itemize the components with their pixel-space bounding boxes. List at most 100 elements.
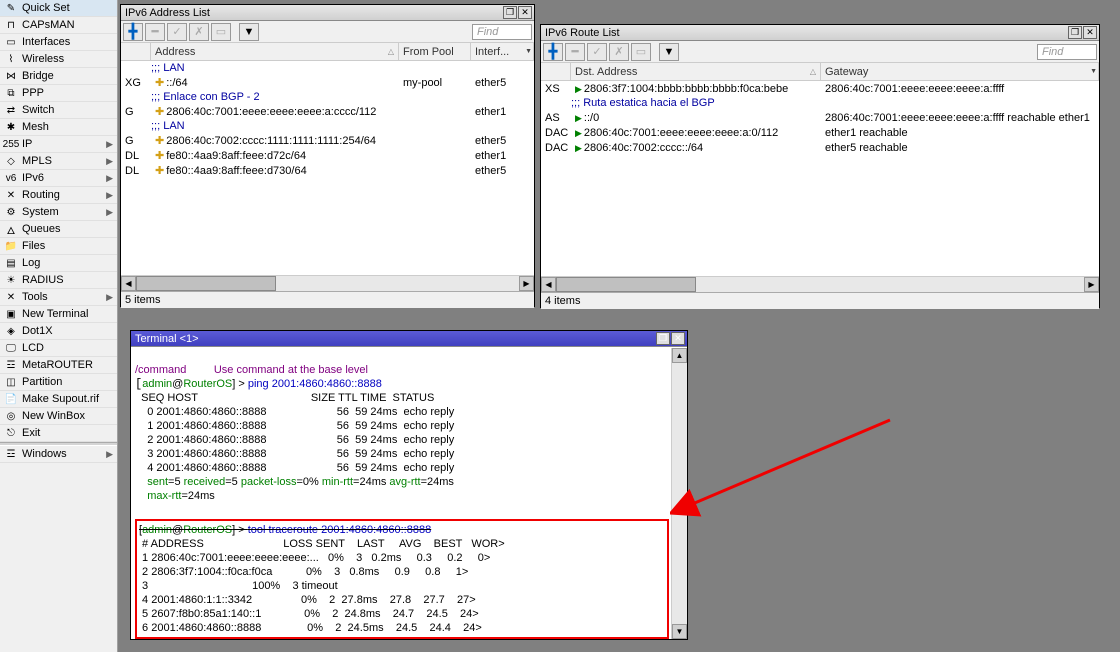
table-row[interactable]: DL✚fe80::4aa9:8aff:feee:d72c/64ether1 xyxy=(121,148,534,163)
scroll-right-icon[interactable]: ▶ xyxy=(1084,277,1099,292)
table-row[interactable]: XG✚::/64my-poolether5 xyxy=(121,75,534,90)
sidebar-item-lcd[interactable]: 🖵LCD xyxy=(0,340,117,357)
sidebar-item-bridge[interactable]: ⋈Bridge xyxy=(0,68,117,85)
v-scrollbar[interactable]: ▲ ▼ xyxy=(671,348,687,639)
close-icon[interactable]: ✕ xyxy=(518,6,532,19)
remove-button[interactable]: ━ xyxy=(565,43,585,61)
restore-icon[interactable]: ❐ xyxy=(1068,26,1082,39)
sidebar-item-files[interactable]: 📁Files xyxy=(0,238,117,255)
scroll-down-icon[interactable]: ▼ xyxy=(672,624,687,639)
sidebar-label: Tools xyxy=(22,291,48,303)
restore-icon[interactable]: ❐ xyxy=(656,332,670,345)
h-scrollbar[interactable]: ◀ ▶ xyxy=(121,275,534,291)
scroll-left-icon[interactable]: ◀ xyxy=(121,276,136,291)
sidebar-item-ip[interactable]: 255IP▶ xyxy=(0,136,117,153)
sidebar-item-ipv6[interactable]: v6IPv6▶ xyxy=(0,170,117,187)
sidebar-item-new-winbox[interactable]: ◎New WinBox xyxy=(0,408,117,425)
sidebar-item-system[interactable]: ⚙System▶ xyxy=(0,204,117,221)
ipv6-route-window: IPv6 Route List ❐ ✕ ╋ ━ ✓ ✗ ▭ ▼ Find Dst… xyxy=(540,24,1100,308)
ipv6-address-window: IPv6 Address List ❐ ✕ ╋ ━ ✓ ✗ ▭ ▼ Find A… xyxy=(120,4,535,307)
windows-icon: ☲ xyxy=(4,447,18,461)
table-row[interactable]: G✚2806:40c:7002:cccc:1111:1111:1111:254/… xyxy=(121,133,534,148)
sidebar-item-log[interactable]: ▤ Log xyxy=(0,255,117,272)
sidebar-item-partition[interactable]: ◫Partition xyxy=(0,374,117,391)
menu-icon: ⊓ xyxy=(4,18,18,32)
menu-icon: ⋈ xyxy=(4,69,18,83)
col-from-pool[interactable]: From Pool xyxy=(399,43,471,60)
col-dst[interactable]: Dst. Address△ xyxy=(571,63,821,80)
toolbar: ╋ ━ ✓ ✗ ▭ ▼ Find xyxy=(541,41,1099,63)
sidebar-item-exit[interactable]: ⎋Exit xyxy=(0,425,117,442)
h-scrollbar[interactable]: ◀ ▶ xyxy=(541,276,1099,292)
close-icon[interactable]: ✕ xyxy=(1083,26,1097,39)
sidebar-item-metarouter[interactable]: ☲MetaROUTER xyxy=(0,357,117,374)
scroll-up-icon[interactable]: ▲ xyxy=(672,348,687,363)
window-titlebar[interactable]: IPv6 Route List ❐ ✕ xyxy=(541,25,1099,41)
restore-icon[interactable]: ❐ xyxy=(503,6,517,19)
scroll-left-icon[interactable]: ◀ xyxy=(541,277,556,292)
window-titlebar[interactable]: Terminal <1> ❐ ✕ xyxy=(131,331,687,347)
table-row[interactable]: DL✚fe80::4aa9:8aff:feee:d730/64ether5 xyxy=(121,163,534,178)
route-table: Dst. Address△ Gateway▼ XS▶2806:3f7:1004:… xyxy=(541,63,1099,276)
find-input[interactable]: Find xyxy=(472,24,532,40)
col-flags[interactable] xyxy=(541,63,571,80)
menu-icon: ▣ xyxy=(4,307,18,321)
sidebar-item-dot1x[interactable]: ◈Dot1X xyxy=(0,323,117,340)
sidebar-windows[interactable]: ☲ Windows ▶ xyxy=(0,446,117,463)
sidebar-item-interfaces[interactable]: ▭Interfaces xyxy=(0,34,117,51)
sidebar-item-mpls[interactable]: ◇MPLS▶ xyxy=(0,153,117,170)
sidebar-item-mesh[interactable]: ✱Mesh xyxy=(0,119,117,136)
sidebar-item-switch[interactable]: ⇄Switch xyxy=(0,102,117,119)
menu-icon: ▤ xyxy=(4,256,18,270)
add-button[interactable]: ╋ xyxy=(123,23,143,41)
filter-button[interactable]: ▼ xyxy=(239,23,259,41)
table-row[interactable]: AS▶::/02806:40c:7001:eeee:eeee:eeee:a:ff… xyxy=(541,110,1099,125)
disable-button[interactable]: ✗ xyxy=(189,23,209,41)
col-gateway[interactable]: Gateway▼ xyxy=(821,63,1099,80)
menu-icon: ✕ xyxy=(4,290,18,304)
menu-icon: ✱ xyxy=(4,120,18,134)
remove-button[interactable]: ━ xyxy=(145,23,165,41)
sidebar-item-quick-set[interactable]: ✎Quick Set xyxy=(0,0,117,17)
menu-icon: ⇄ xyxy=(4,103,18,117)
sidebar-item-radius[interactable]: ☀RADIUS xyxy=(0,272,117,289)
enable-button[interactable]: ✓ xyxy=(167,23,187,41)
terminal-window: Terminal <1> ❐ ✕ /command Use command at… xyxy=(130,330,688,640)
comment-button[interactable]: ▭ xyxy=(211,23,231,41)
chevron-right-icon: ▶ xyxy=(106,190,113,201)
comment-button[interactable]: ▭ xyxy=(631,43,651,61)
table-row[interactable]: XS▶2806:3f7:1004:bbbb:bbbb:bbbb:f0ca:beb… xyxy=(541,81,1099,96)
sidebar-item-make-supout.rif[interactable]: 📄Make Supout.rif xyxy=(0,391,117,408)
sidebar-item-routing[interactable]: ✕Routing▶ xyxy=(0,187,117,204)
filter-button[interactable]: ▼ xyxy=(659,43,679,61)
menu-icon: 255 xyxy=(4,137,18,151)
sidebar-label: Log xyxy=(22,257,40,269)
sidebar-item-queues[interactable]: 🜂Queues xyxy=(0,221,117,238)
enable-button[interactable]: ✓ xyxy=(587,43,607,61)
find-input[interactable]: Find xyxy=(1037,44,1097,60)
sidebar-item-wireless[interactable]: ⌇Wireless xyxy=(0,51,117,68)
sidebar-item-tools[interactable]: ✕Tools▶ xyxy=(0,289,117,306)
col-interface[interactable]: Interf...▼ xyxy=(471,43,534,60)
highlighted-traceroute: [admin@RouterOS] > tool traceroute 2001:… xyxy=(135,519,669,639)
col-address[interactable]: Address△ xyxy=(151,43,399,60)
col-flags[interactable] xyxy=(121,43,151,60)
sidebar-item-new-terminal[interactable]: ▣New Terminal xyxy=(0,306,117,323)
sidebar-label: CAPsMAN xyxy=(22,19,75,31)
item-count: 5 items xyxy=(125,294,160,306)
sidebar-item-capsman[interactable]: ⊓ CAPsMAN xyxy=(0,17,117,34)
table-row[interactable]: DAC▶2806:40c:7002:cccc::/64ether5 reacha… xyxy=(541,140,1099,155)
disable-button[interactable]: ✗ xyxy=(609,43,629,61)
window-titlebar[interactable]: IPv6 Address List ❐ ✕ xyxy=(121,5,534,21)
chevron-right-icon: ▶ xyxy=(106,207,113,218)
table-row[interactable]: DAC▶2806:40c:7001:eeee:eeee:eeee:a:0/112… xyxy=(541,125,1099,140)
sidebar-label: LCD xyxy=(22,342,44,354)
scroll-right-icon[interactable]: ▶ xyxy=(519,276,534,291)
close-icon[interactable]: ✕ xyxy=(671,332,685,345)
comment-row: ;;; Ruta estatica hacia el BGP xyxy=(541,96,1099,110)
add-button[interactable]: ╋ xyxy=(543,43,563,61)
table-row[interactable]: G✚2806:40c:7001:eeee:eeee:eeee:a:cccc/11… xyxy=(121,104,534,119)
sidebar-item-ppp[interactable]: ⧉PPP xyxy=(0,85,117,102)
menu-icon: ✕ xyxy=(4,188,18,202)
terminal-output[interactable]: /command Use command at the base level [… xyxy=(131,347,687,639)
